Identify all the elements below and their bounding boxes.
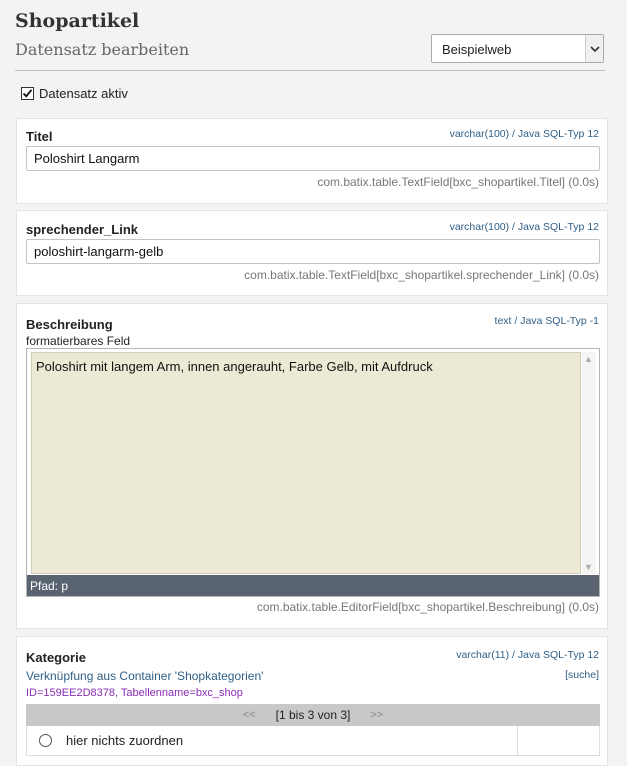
field-panel-link: sprechender_Link varchar(100) / Java SQL…: [16, 210, 608, 296]
pager-info: [1 bis 3 von 3]: [275, 708, 351, 722]
scroll-down-icon[interactable]: ▼: [584, 562, 593, 572]
editor-text-area[interactable]: Poloshirt mit langem Arm, innen angerauh…: [31, 352, 581, 574]
field-label-link: sprechender_Link: [26, 222, 138, 237]
active-label: Datensatz aktiv: [39, 86, 128, 101]
field-label-titel: Titel: [26, 129, 53, 144]
field-type-kategorie: varchar(11) / Java SQL-Typ 12: [456, 649, 599, 661]
header-divider: [15, 70, 605, 71]
field-panel-titel: Titel varchar(100) / Java SQL-Typ 12 Pol…: [16, 118, 608, 204]
link-input[interactable]: poloshirt-langarm-gelb: [26, 239, 600, 264]
category-option-label: hier nichts zuordnen: [66, 733, 184, 748]
link-meta: ID=159EE2D8378, Tabellenname=bxc_shop: [26, 687, 243, 699]
pager-next[interactable]: >>: [370, 709, 383, 721]
rich-text-editor: Poloshirt mit langem Arm, innen angerauh…: [26, 348, 600, 597]
category-option-row[interactable]: hier nichts zuordnen: [26, 726, 600, 756]
scroll-up-icon[interactable]: ▲: [584, 354, 593, 364]
pager: << [1 bis 3 von 3] >>: [26, 704, 600, 726]
field-panel-kategorie: Kategorie varchar(11) / Java SQL-Typ 12 …: [16, 636, 608, 766]
chevron-down-icon: [585, 35, 603, 62]
pager-prev[interactable]: <<: [243, 709, 256, 721]
field-panel-beschreibung: Beschreibung text / Java SQL-Typ -1 form…: [16, 303, 608, 629]
active-checkbox[interactable]: [21, 87, 34, 100]
site-select-value: Beispielweb: [442, 42, 512, 57]
field-class-titel: com.batix.table.TextField[bxc_shopartike…: [317, 175, 599, 189]
field-type-link: varchar(100) / Java SQL-Typ 12: [449, 221, 599, 233]
active-toggle[interactable]: Datensatz aktiv: [21, 86, 128, 101]
field-label-kategorie: Kategorie: [26, 650, 86, 665]
field-class-link: com.batix.table.TextField[bxc_shopartike…: [244, 268, 599, 282]
field-type-titel: varchar(100) / Java SQL-Typ 12: [449, 128, 599, 140]
field-type-beschreibung: text / Java SQL-Typ -1: [494, 315, 599, 327]
editor-scrollbar[interactable]: ▲ ▼: [582, 352, 596, 574]
editor-path-bar: Pfad: p: [27, 575, 599, 596]
site-select[interactable]: Beispielweb: [431, 34, 604, 63]
page-title: Shopartikel: [15, 10, 140, 32]
field-sub-beschreibung: formatierbares Feld: [26, 334, 131, 348]
field-class-beschreibung: com.batix.table.EditorField[bxc_shoparti…: [256, 600, 599, 614]
titel-input[interactable]: Poloshirt Langarm: [26, 146, 600, 171]
search-link[interactable]: [suche]: [565, 669, 599, 681]
page-subtitle: Datensatz bearbeiten: [15, 40, 190, 59]
link-description: Verknüpfung aus Container 'Shopkategorie…: [26, 669, 264, 683]
category-radio[interactable]: [39, 734, 52, 747]
option-column-divider: [517, 726, 518, 756]
field-label-beschreibung: Beschreibung: [26, 317, 113, 332]
